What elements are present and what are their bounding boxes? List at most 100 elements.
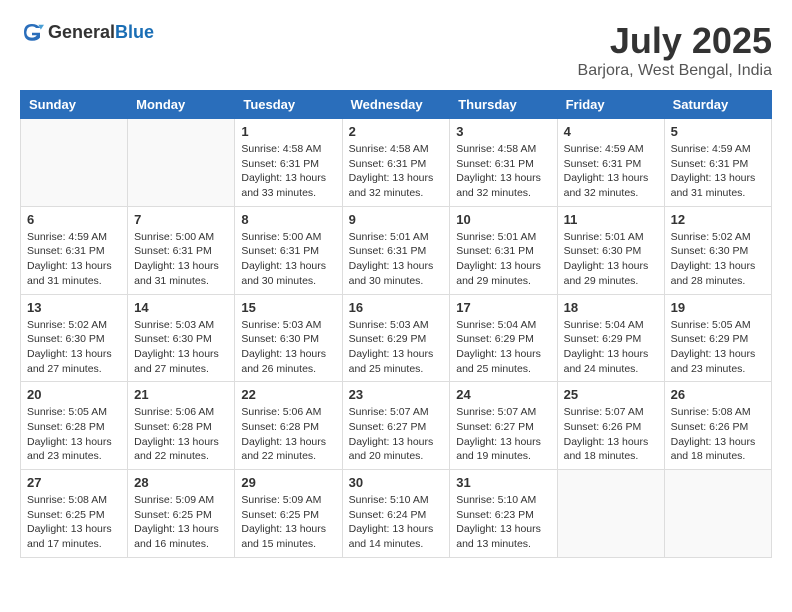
- calendar-cell: 7 Sunrise: 5:00 AM Sunset: 6:31 PM Daylig…: [128, 206, 235, 294]
- calendar-cell: 8 Sunrise: 5:00 AM Sunset: 6:31 PM Daylig…: [235, 206, 342, 294]
- day-number: 1: [241, 124, 335, 139]
- calendar-cell: 29Sunrise: 5:09 AM Sunset: 6:25 PM Dayli…: [235, 470, 342, 558]
- day-number: 12: [671, 212, 765, 227]
- day-number: 13: [27, 300, 121, 315]
- day-number: 14: [134, 300, 228, 315]
- calendar-cell: 26 Sunrise: 5:08 AM Sunset: 6:26 PM Dayli…: [664, 382, 771, 470]
- calendar-cell: 1 Sunrise: 4:58 AM Sunset: 6:31 PM Daylig…: [235, 119, 342, 207]
- day-detail: Sunrise: 5:03 AM Sunset: 6:30 PM Dayligh…: [241, 318, 335, 377]
- day-detail: Sunrise: 5:04 AM Sunset: 6:29 PM Dayligh…: [456, 318, 550, 377]
- day-detail: Sunrise: 5:07 AM Sunset: 6:26 PM Dayligh…: [564, 405, 658, 464]
- day-header-saturday: Saturday: [664, 91, 771, 119]
- day-number: 11: [564, 212, 658, 227]
- calendar-week-row: 6Sunrise: 4:59 AM Sunset: 6:31 PM Daylig…: [21, 206, 772, 294]
- calendar-cell: 12 Sunrise: 5:02 AM Sunset: 6:30 PM Dayli…: [664, 206, 771, 294]
- calendar-cell: 6Sunrise: 4:59 AM Sunset: 6:31 PM Daylig…: [21, 206, 128, 294]
- calendar-cell: 15 Sunrise: 5:03 AM Sunset: 6:30 PM Dayli…: [235, 294, 342, 382]
- day-detail: Sunrise: 5:02 AM Sunset: 6:30 PM Dayligh…: [671, 230, 765, 289]
- calendar-cell: 25 Sunrise: 5:07 AM Sunset: 6:26 PM Dayli…: [557, 382, 664, 470]
- day-detail: Sunrise: 5:01 AM Sunset: 6:31 PM Dayligh…: [456, 230, 550, 289]
- day-number: 30: [349, 475, 444, 490]
- day-detail: Sunrise: 5:10 AM Sunset: 6:24 PM Dayligh…: [349, 493, 444, 552]
- calendar-cell: [21, 119, 128, 207]
- calendar-cell: 2Sunrise: 4:58 AM Sunset: 6:31 PM Daylig…: [342, 119, 450, 207]
- calendar-table: SundayMondayTuesdayWednesdayThursdayFrid…: [20, 90, 772, 558]
- day-number: 17: [456, 300, 550, 315]
- day-detail: Sunrise: 5:03 AM Sunset: 6:30 PM Dayligh…: [134, 318, 228, 377]
- day-detail: Sunrise: 4:58 AM Sunset: 6:31 PM Dayligh…: [241, 142, 335, 201]
- day-number: 15: [241, 300, 335, 315]
- day-detail: Sunrise: 5:07 AM Sunset: 6:27 PM Dayligh…: [456, 405, 550, 464]
- day-header-wednesday: Wednesday: [342, 91, 450, 119]
- day-detail: Sunrise: 4:58 AM Sunset: 6:31 PM Dayligh…: [456, 142, 550, 201]
- day-number: 9: [349, 212, 444, 227]
- day-number: 26: [671, 387, 765, 402]
- calendar-cell: 9Sunrise: 5:01 AM Sunset: 6:31 PM Daylig…: [342, 206, 450, 294]
- day-detail: Sunrise: 4:58 AM Sunset: 6:31 PM Dayligh…: [349, 142, 444, 201]
- day-detail: Sunrise: 4:59 AM Sunset: 6:31 PM Dayligh…: [564, 142, 658, 201]
- day-header-monday: Monday: [128, 91, 235, 119]
- logo-icon: [20, 20, 44, 44]
- logo-general: General: [48, 22, 115, 42]
- calendar-week-row: 13 Sunrise: 5:02 AM Sunset: 6:30 PM Dayli…: [21, 294, 772, 382]
- logo-blue: Blue: [115, 22, 154, 42]
- calendar-cell: 28Sunrise: 5:09 AM Sunset: 6:25 PM Dayli…: [128, 470, 235, 558]
- day-number: 20: [27, 387, 121, 402]
- day-detail: Sunrise: 5:09 AM Sunset: 6:25 PM Dayligh…: [241, 493, 335, 552]
- calendar-cell: 24 Sunrise: 5:07 AM Sunset: 6:27 PM Dayli…: [450, 382, 557, 470]
- calendar-cell: 22 Sunrise: 5:06 AM Sunset: 6:28 PM Dayli…: [235, 382, 342, 470]
- day-detail: Sunrise: 5:06 AM Sunset: 6:28 PM Dayligh…: [241, 405, 335, 464]
- day-number: 24: [456, 387, 550, 402]
- logo: GeneralBlue: [20, 20, 154, 44]
- main-title: July 2025: [578, 20, 772, 62]
- calendar-cell: [664, 470, 771, 558]
- day-header-friday: Friday: [557, 91, 664, 119]
- title-block: July 2025 Barjora, West Bengal, India: [578, 20, 772, 80]
- day-detail: Sunrise: 5:03 AM Sunset: 6:29 PM Dayligh…: [349, 318, 444, 377]
- day-detail: Sunrise: 5:02 AM Sunset: 6:30 PM Dayligh…: [27, 318, 121, 377]
- day-number: 31: [456, 475, 550, 490]
- calendar-cell: 10Sunrise: 5:01 AM Sunset: 6:31 PM Dayli…: [450, 206, 557, 294]
- day-header-tuesday: Tuesday: [235, 91, 342, 119]
- day-number: 8: [241, 212, 335, 227]
- calendar-cell: 3 Sunrise: 4:58 AM Sunset: 6:31 PM Daylig…: [450, 119, 557, 207]
- day-number: 22: [241, 387, 335, 402]
- day-number: 27: [27, 475, 121, 490]
- calendar-cell: [557, 470, 664, 558]
- calendar-header-row: SundayMondayTuesdayWednesdayThursdayFrid…: [21, 91, 772, 119]
- day-number: 28: [134, 475, 228, 490]
- calendar-cell: 31 Sunrise: 5:10 AM Sunset: 6:23 PM Dayli…: [450, 470, 557, 558]
- day-number: 4: [564, 124, 658, 139]
- calendar-cell: 11 Sunrise: 5:01 AM Sunset: 6:30 PM Dayli…: [557, 206, 664, 294]
- day-header-thursday: Thursday: [450, 91, 557, 119]
- calendar-cell: 23 Sunrise: 5:07 AM Sunset: 6:27 PM Dayli…: [342, 382, 450, 470]
- calendar-cell: [128, 119, 235, 207]
- calendar-cell: 14 Sunrise: 5:03 AM Sunset: 6:30 PM Dayli…: [128, 294, 235, 382]
- day-detail: Sunrise: 5:00 AM Sunset: 6:31 PM Dayligh…: [134, 230, 228, 289]
- calendar-week-row: 27 Sunrise: 5:08 AM Sunset: 6:25 PM Dayli…: [21, 470, 772, 558]
- calendar-cell: 30 Sunrise: 5:10 AM Sunset: 6:24 PM Dayli…: [342, 470, 450, 558]
- day-detail: Sunrise: 5:00 AM Sunset: 6:31 PM Dayligh…: [241, 230, 335, 289]
- day-number: 7: [134, 212, 228, 227]
- day-number: 16: [349, 300, 444, 315]
- calendar-cell: 17 Sunrise: 5:04 AM Sunset: 6:29 PM Dayli…: [450, 294, 557, 382]
- calendar-cell: 27 Sunrise: 5:08 AM Sunset: 6:25 PM Dayli…: [21, 470, 128, 558]
- page-header: GeneralBlue July 2025 Barjora, West Beng…: [20, 20, 772, 80]
- day-number: 5: [671, 124, 765, 139]
- calendar-week-row: 20Sunrise: 5:05 AM Sunset: 6:28 PM Dayli…: [21, 382, 772, 470]
- day-detail: Sunrise: 5:07 AM Sunset: 6:27 PM Dayligh…: [349, 405, 444, 464]
- calendar-cell: 4 Sunrise: 4:59 AM Sunset: 6:31 PM Daylig…: [557, 119, 664, 207]
- day-detail: Sunrise: 5:10 AM Sunset: 6:23 PM Dayligh…: [456, 493, 550, 552]
- day-detail: Sunrise: 5:04 AM Sunset: 6:29 PM Dayligh…: [564, 318, 658, 377]
- day-detail: Sunrise: 5:08 AM Sunset: 6:26 PM Dayligh…: [671, 405, 765, 464]
- calendar-week-row: 1 Sunrise: 4:58 AM Sunset: 6:31 PM Daylig…: [21, 119, 772, 207]
- day-number: 3: [456, 124, 550, 139]
- day-detail: Sunrise: 5:01 AM Sunset: 6:30 PM Dayligh…: [564, 230, 658, 289]
- day-detail: Sunrise: 5:08 AM Sunset: 6:25 PM Dayligh…: [27, 493, 121, 552]
- calendar-cell: 16 Sunrise: 5:03 AM Sunset: 6:29 PM Dayli…: [342, 294, 450, 382]
- day-number: 25: [564, 387, 658, 402]
- day-detail: Sunrise: 5:06 AM Sunset: 6:28 PM Dayligh…: [134, 405, 228, 464]
- day-number: 23: [349, 387, 444, 402]
- day-detail: Sunrise: 4:59 AM Sunset: 6:31 PM Dayligh…: [671, 142, 765, 201]
- day-header-sunday: Sunday: [21, 91, 128, 119]
